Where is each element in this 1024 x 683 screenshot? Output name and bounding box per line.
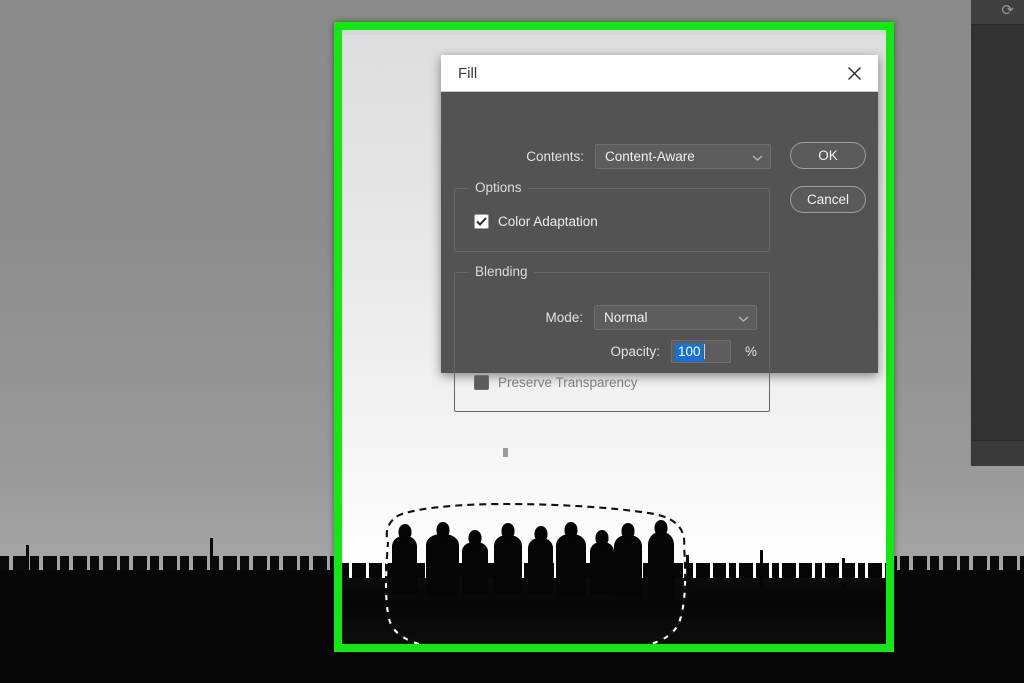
head-silhouette bbox=[502, 523, 515, 538]
person-silhouette bbox=[426, 534, 459, 596]
options-group: Options Color Adaptation bbox=[454, 188, 770, 252]
screen: ⟳ bbox=[0, 0, 1024, 683]
head-silhouette bbox=[565, 522, 578, 537]
preserve-transparency-label: Preserve Transparency bbox=[498, 375, 638, 390]
right-side-panel[interactable]: ⟳ bbox=[970, 0, 1024, 466]
head-silhouette bbox=[469, 530, 482, 545]
right-panel-footer bbox=[971, 440, 1024, 466]
document-top-strip bbox=[342, 30, 886, 35]
options-group-legend: Options bbox=[469, 180, 528, 195]
preserve-transparency-checkbox-row: Preserve Transparency bbox=[474, 375, 638, 390]
dialog-titlebar: Fill bbox=[441, 55, 878, 92]
mode-label: Mode: bbox=[473, 310, 583, 325]
contents-row: Contents: Content-Aware bbox=[441, 144, 771, 169]
blending-group: Blending Mode: Normal Opacity: bbox=[454, 272, 770, 412]
head-silhouette bbox=[398, 524, 411, 539]
mode-select[interactable]: Normal bbox=[594, 305, 757, 330]
chevron-down-icon bbox=[752, 149, 763, 164]
person-silhouette bbox=[494, 535, 522, 595]
head-silhouette bbox=[534, 526, 547, 541]
person-silhouette bbox=[462, 542, 488, 594]
opacity-label: Opacity: bbox=[550, 344, 660, 359]
person-silhouette bbox=[392, 536, 417, 594]
dialog-button-column: OK Cancel bbox=[790, 142, 866, 230]
person-silhouette bbox=[648, 532, 674, 602]
canvas-cursor-marker bbox=[503, 448, 508, 457]
opacity-unit: % bbox=[745, 344, 757, 359]
mode-row: Mode: Normal bbox=[455, 305, 757, 330]
text-caret bbox=[704, 344, 705, 359]
fill-dialog[interactable]: Fill Contents: Content-Aware bbox=[441, 55, 878, 373]
dialog-body: Contents: Content-Aware OK Cancel Option… bbox=[441, 92, 878, 373]
head-silhouette bbox=[655, 520, 668, 535]
contents-select-value: Content-Aware bbox=[605, 149, 695, 164]
person-silhouette bbox=[556, 534, 586, 597]
person-silhouette bbox=[528, 538, 553, 594]
ok-button[interactable]: OK bbox=[790, 142, 866, 169]
mode-select-value: Normal bbox=[604, 310, 648, 325]
color-adaptation-label: Color Adaptation bbox=[498, 214, 598, 229]
opacity-input-value: 100 bbox=[675, 343, 703, 361]
checkmark-icon[interactable] bbox=[474, 214, 489, 229]
checkbox-icon bbox=[474, 375, 489, 390]
person-silhouette bbox=[614, 535, 642, 597]
canvas-pole bbox=[842, 558, 845, 588]
chevron-down-icon bbox=[738, 310, 749, 325]
cancel-button[interactable]: Cancel bbox=[790, 186, 866, 213]
head-silhouette bbox=[622, 523, 635, 538]
person-silhouette bbox=[590, 542, 614, 595]
opacity-input[interactable]: 100 bbox=[671, 340, 731, 363]
background-pole bbox=[26, 545, 29, 571]
opacity-row: Opacity: 100 % bbox=[455, 340, 757, 363]
panel-collapse-icon[interactable]: ⟳ bbox=[1001, 2, 1014, 20]
contents-select[interactable]: Content-Aware bbox=[595, 144, 771, 169]
right-panel-header bbox=[971, 0, 1024, 25]
canvas-pole bbox=[686, 555, 689, 587]
close-icon[interactable] bbox=[840, 59, 868, 87]
head-silhouette bbox=[436, 522, 449, 537]
color-adaptation-checkbox-row[interactable]: Color Adaptation bbox=[474, 214, 598, 229]
contents-label: Contents: bbox=[489, 149, 584, 164]
blending-group-legend: Blending bbox=[469, 264, 534, 279]
background-pole bbox=[210, 538, 213, 571]
head-silhouette bbox=[596, 530, 609, 545]
dialog-title: Fill bbox=[458, 65, 840, 82]
canvas-pole bbox=[760, 550, 763, 588]
